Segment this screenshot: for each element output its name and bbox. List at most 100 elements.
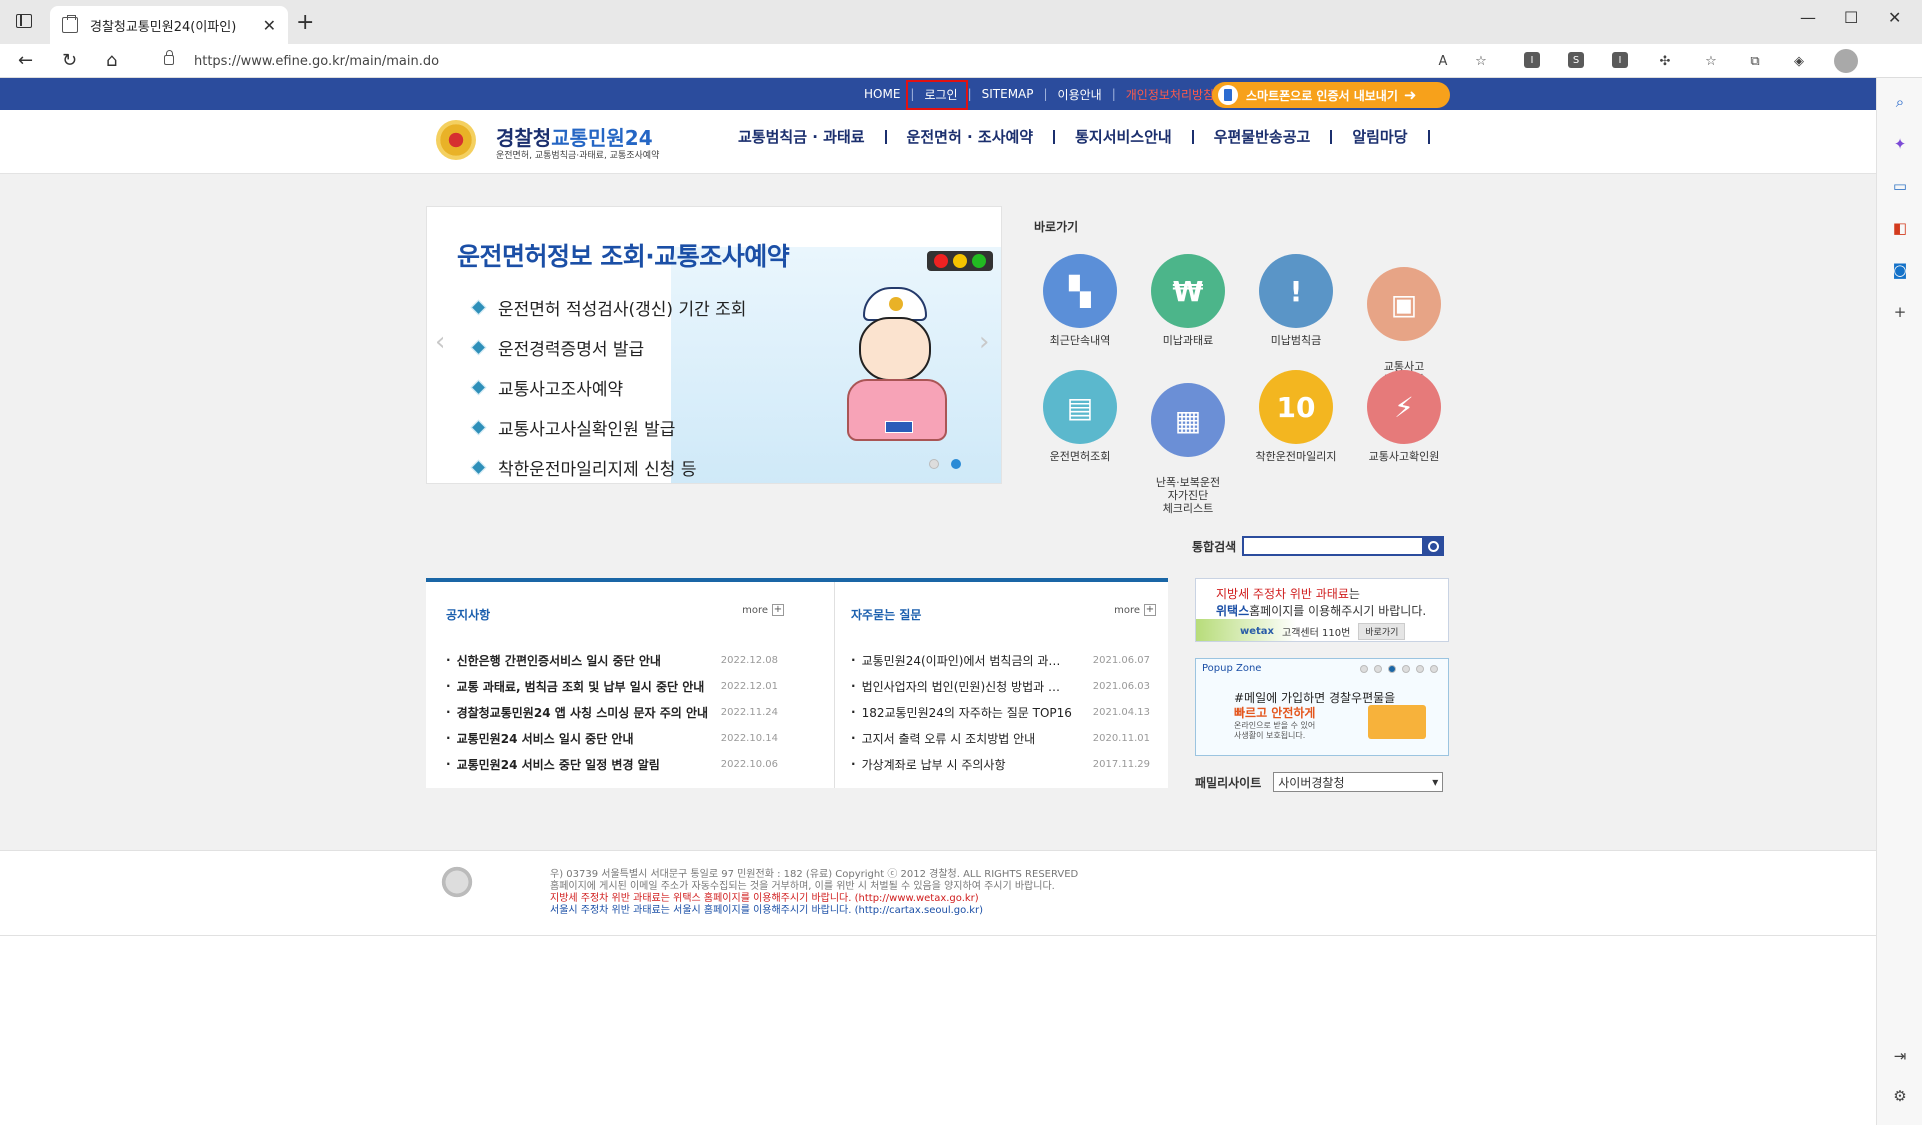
refresh-icon[interactable]: ↻: [62, 50, 77, 71]
warning-icon: !: [1259, 254, 1333, 328]
tab-close-icon[interactable]: ✕: [263, 16, 276, 35]
smartphone-cert-label: 스마트폰으로 인증서 내보내기: [1246, 88, 1398, 103]
popup-dot[interactable]: [1360, 665, 1368, 673]
chevron-down-icon: ▾: [1432, 775, 1439, 789]
sparkle-icon[interactable]: ✦: [1890, 134, 1910, 154]
read-aloud-icon[interactable]: A: [1434, 52, 1452, 70]
quick-license-inquiry[interactable]: ▤ 운전면허조회: [1026, 370, 1134, 463]
popup-dot-active[interactable]: [1388, 665, 1396, 673]
notice-more-button[interactable]: more +: [742, 604, 784, 616]
notice-item[interactable]: 교통민원24 서비스 중단 일정 변경 알림 2022.10.06: [446, 751, 778, 777]
nav-notification[interactable]: 통지서비스안내: [1055, 130, 1194, 145]
wetax-line1-rest: 는: [1348, 587, 1360, 601]
faq-more-button[interactable]: more +: [1114, 604, 1156, 616]
sidebar-toggle-icon[interactable]: ⇥: [1890, 1046, 1910, 1066]
nav-returned-mail[interactable]: 우편물반송공고: [1194, 130, 1333, 145]
quick-aggressive-driving-checklist[interactable]: ▦ 난폭·보복운전 자가진단 체크리스트: [1134, 370, 1242, 528]
sitemap-link[interactable]: SITEMAP: [982, 87, 1034, 101]
banner-item: 교통사고사실확인원 발급: [473, 407, 746, 447]
extension-i2-icon[interactable]: I: [1612, 52, 1628, 68]
minimize-icon[interactable]: —: [1800, 8, 1816, 27]
window-close-icon[interactable]: ✕: [1888, 8, 1901, 27]
quick-accident-certificate[interactable]: ⚡ 교통사고확인원: [1350, 370, 1458, 463]
banner-next-icon[interactable]: ›: [979, 327, 989, 357]
browser-tab[interactable]: 경찰청교통민원24(이파인) ✕: [50, 6, 288, 44]
popup-dot[interactable]: [1374, 665, 1382, 673]
faq-title[interactable]: 자주묻는 질문: [851, 606, 1150, 623]
extension-i-icon[interactable]: I: [1524, 52, 1540, 68]
family-site-select[interactable]: 사이버경찰청 ▾: [1273, 772, 1444, 792]
nav-notice-board[interactable]: 알림마당: [1332, 130, 1430, 145]
notice-item[interactable]: 신한은행 간편인증서비스 일시 중단 안내 2022.12.08: [446, 647, 778, 673]
wetax-banner[interactable]: 지방세 주정차 위반 과태료는 위택스홈페이지를 이용해주시기 바랍니다. we…: [1195, 578, 1449, 642]
popup-zone[interactable]: Popup Zone #메일에 가입하면 경찰우편물을 빠르고 안전하게 온라인…: [1195, 658, 1449, 756]
home-icon[interactable]: ⌂: [106, 50, 117, 71]
separator: |: [1111, 87, 1116, 101]
separator: |: [967, 87, 972, 101]
outlook-icon[interactable]: ◙: [1890, 260, 1910, 280]
office-icon[interactable]: ◧: [1890, 218, 1910, 238]
faq-item[interactable]: 가상계좌로 납부 시 주의사항 2017.11.29: [851, 751, 1150, 777]
mail-lock-icon: [1368, 705, 1426, 739]
address-bar[interactable]: https://www.efine.go.kr/main/main.do: [146, 47, 1522, 75]
settings-icon[interactable]: ⚙: [1890, 1086, 1910, 1106]
main-banner[interactable]: 운전면허정보 조회·교통조사예약 운전면허 적성검사(갱신) 기간 조회 운전경…: [426, 206, 1002, 484]
extension-s-icon[interactable]: S: [1568, 52, 1584, 68]
site-logo[interactable]: 경찰청교통민원24 운전면허, 교통범칙금·과태료, 교통조사예약: [436, 120, 666, 166]
search-input[interactable]: [1242, 536, 1425, 556]
banner-dot[interactable]: [929, 459, 939, 469]
notice-title[interactable]: 공지사항: [446, 606, 778, 623]
favorites-icon[interactable]: ☆: [1702, 52, 1720, 70]
back-icon[interactable]: ←: [18, 50, 33, 71]
lock-icon[interactable]: [164, 50, 174, 65]
maximize-icon[interactable]: ☐: [1844, 8, 1858, 27]
search-icon[interactable]: ⌕: [1890, 92, 1910, 112]
page-blank-area: [0, 936, 1876, 1125]
copilot-icon[interactable]: ◈: [1790, 52, 1808, 70]
faq-item[interactable]: 고지서 출력 오류 시 조치방법 안내 2020.11.01: [851, 725, 1150, 751]
footer-wetax-link[interactable]: 지방세 주정차 위반 과태료는 위택스 홈페이지를 이용해주시기 바랍니다. (…: [550, 893, 1078, 905]
notice-item[interactable]: 교통민원24 서비스 일시 중단 안내 2022.10.14: [446, 725, 778, 751]
briefcase-icon[interactable]: ▭: [1890, 176, 1910, 196]
home-link[interactable]: HOME: [864, 87, 900, 101]
add-favorite-icon[interactable]: ☆: [1472, 52, 1490, 70]
id-card-icon: ▤: [1043, 370, 1117, 444]
quick-unpaid-fine[interactable]: ₩ 미납과태료: [1134, 254, 1242, 347]
faq-item[interactable]: 182교통민원24의 자주하는 질문 TOP16 2021.04.13: [851, 699, 1150, 725]
quick-unpaid-penalty[interactable]: ! 미납범칙금: [1242, 254, 1350, 347]
guide-link[interactable]: 이용안내: [1058, 86, 1102, 103]
extensions-icon[interactable]: ✣: [1656, 52, 1674, 70]
notice-item[interactable]: 경찰청교통민원24 앱 사칭 스미싱 문자 주의 안내 2022.11.24: [446, 699, 778, 725]
footer-text: 우) 03739 서울특별시 서대문구 통일로 97 민원전화 : 182 (유…: [550, 869, 1078, 917]
notice-board: 공지사항 more + 신한은행 간편인증서비스 일시 중단 안내 2022.12.…: [426, 582, 796, 788]
popup-dot[interactable]: [1430, 665, 1438, 673]
quick-recent-enforcement[interactable]: ▚ 최근단속내역: [1026, 254, 1134, 347]
privacy-link[interactable]: 개인정보처리방침: [1126, 86, 1214, 103]
footer-seoul-link[interactable]: 서울시 주정차 위반 과태료는 서울시 홈페이지를 이용해주시기 바랍니다. (…: [550, 905, 1078, 917]
profile-avatar[interactable]: [1834, 49, 1858, 73]
wetax-brand-text: 위택스: [1216, 604, 1250, 618]
notice-item[interactable]: 교통 과태료, 범칙금 조회 및 납부 일시 중단 안내 2022.12.01: [446, 673, 778, 699]
site-footer: 우) 03739 서울특별시 서대문구 통일로 97 민원전화 : 182 (유…: [0, 850, 1876, 936]
faq-item[interactable]: 교통민원24(이파인)에서 범칙금의 과… 2021.06.07: [851, 647, 1150, 673]
add-icon[interactable]: +: [1890, 302, 1910, 322]
popup-dot[interactable]: [1402, 665, 1410, 673]
banner-title: 운전면허정보 조회·교통조사예약: [457, 242, 790, 271]
faq-item[interactable]: 법인사업자의 법인(민원)신청 방법과 … 2021.06.03: [851, 673, 1150, 699]
edge-sidebar: ⌕ ✦ ▭ ◧ ◙ + ⇥ ⚙: [1876, 78, 1922, 1125]
smartphone-cert-button[interactable]: 스마트폰으로 인증서 내보내기 ➜: [1212, 82, 1450, 108]
wetax-go-button[interactable]: 바로가기: [1358, 623, 1406, 640]
new-tab-icon[interactable]: +: [296, 10, 314, 35]
quick-good-driving-mileage[interactable]: 10 착한운전마일리지: [1242, 370, 1350, 463]
tab-actions-icon[interactable]: [16, 14, 32, 28]
tab-title: 경찰청교통민원24(이파인): [90, 19, 237, 35]
nav-fines[interactable]: 교통범칙금 · 과태료: [718, 130, 887, 145]
banner-prev-icon[interactable]: ‹: [435, 327, 445, 357]
banner-item: 교통사고조사예약: [473, 367, 746, 407]
notice-text: 경찰청교통민원24 앱 사칭 스미싱 문자 주의 안내: [456, 705, 709, 720]
popup-dot[interactable]: [1416, 665, 1424, 673]
search-button-icon[interactable]: [1422, 536, 1445, 556]
collections-icon[interactable]: ⧉: [1746, 52, 1764, 70]
nav-license[interactable]: 운전면허 · 조사예약: [887, 130, 1056, 145]
banner-dot-active[interactable]: [951, 459, 961, 469]
